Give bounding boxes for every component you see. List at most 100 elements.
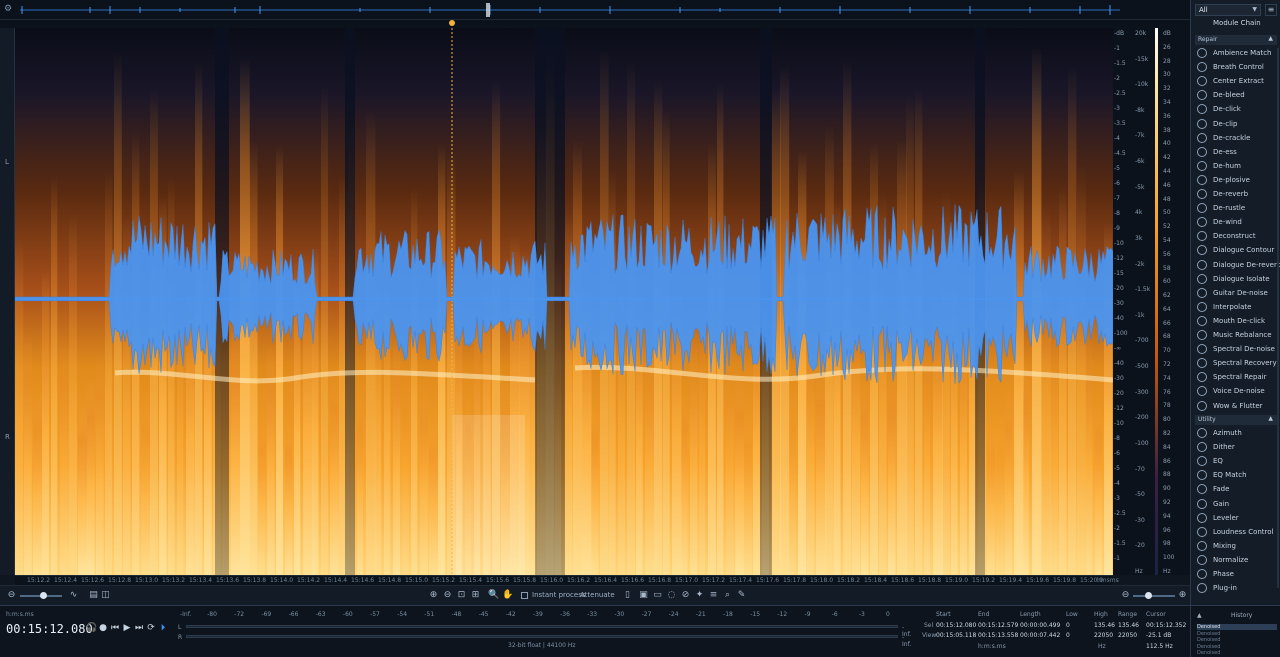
skip-forward-icon[interactable]: ⏭	[134, 623, 144, 633]
module-item[interactable]: Dialogue De-reverb	[1195, 259, 1280, 273]
view-range[interactable]: 22050	[1118, 632, 1137, 639]
module-item[interactable]: Interpolate	[1195, 301, 1277, 315]
time-ruler[interactable]: hmsms 15:12.2 15:12.4 15:12.6 15:12.8 15:13.…	[15, 575, 1119, 585]
view-low[interactable]: 0	[1066, 632, 1070, 639]
time-format-label[interactable]: h:m:s.ms	[6, 611, 34, 618]
module-item[interactable]: Breath Control	[1195, 61, 1277, 75]
module-item[interactable]: Leveler	[1195, 512, 1277, 526]
spectrogram-settings-icon[interactable]: ▤	[88, 590, 99, 601]
category-repair[interactable]: Repair ▲	[1195, 35, 1277, 45]
module-item[interactable]: Fade	[1195, 483, 1277, 497]
view-high[interactable]: 22050	[1094, 632, 1113, 639]
module-item[interactable]: De-plosive	[1195, 174, 1277, 188]
module-item[interactable]: De-clip	[1195, 118, 1277, 132]
zoom-out-v-icon[interactable]: ⊖	[1120, 590, 1131, 601]
freq-select-icon[interactable]: ▭	[652, 590, 663, 601]
module-item[interactable]: Music Rebalance	[1195, 329, 1277, 343]
module-item[interactable]: De-click	[1195, 103, 1277, 117]
view-length[interactable]: 00:00:07.442	[1020, 632, 1060, 639]
sel-low[interactable]: 0	[1066, 622, 1070, 629]
module-item[interactable]: Dither	[1195, 441, 1277, 455]
skip-back-icon[interactable]: ⏮	[110, 623, 120, 633]
magic-wand-icon[interactable]: ✦	[694, 590, 705, 601]
module-item[interactable]: Spectral Recovery	[1195, 357, 1277, 371]
panel-menu-icon[interactable]: ≡	[1265, 4, 1277, 16]
spectrogram-view[interactable]	[15, 28, 1113, 575]
module-item[interactable]: De-wind	[1195, 216, 1277, 230]
instant-process-checkbox[interactable]	[521, 592, 528, 599]
module-item[interactable]: De-bleed	[1195, 89, 1277, 103]
waveform-mode-icon[interactable]: ∿	[68, 590, 79, 601]
horizontal-zoom-slider[interactable]	[20, 592, 62, 599]
module-item[interactable]: EQ	[1195, 455, 1277, 469]
zoom-in-v-icon[interactable]: ⊕	[1177, 590, 1188, 601]
zoom-tool-icon[interactable]: 🔍	[488, 590, 499, 601]
brush-icon[interactable]: ⊘	[680, 590, 691, 601]
module-item[interactable]: De-rustle	[1195, 202, 1277, 216]
zoom-out-h-icon[interactable]: ⊖	[6, 590, 17, 601]
history-item[interactable]: Denoised	[1197, 637, 1220, 643]
module-item[interactable]: Voice De-noise	[1195, 385, 1277, 399]
module-item[interactable]: EQ Match	[1195, 469, 1277, 483]
module-item[interactable]: De-crackle	[1195, 132, 1277, 146]
attenuate-dropdown[interactable]: Attenuate	[580, 591, 615, 599]
hand-tool-icon[interactable]: ✋	[502, 590, 513, 601]
module-item[interactable]: Wow & Flutter	[1195, 400, 1277, 414]
find-similar-icon[interactable]: ⌕	[722, 590, 733, 601]
module-item[interactable]: Spectral Repair	[1195, 371, 1277, 385]
module-item[interactable]: Deconstruct	[1195, 230, 1277, 244]
module-item[interactable]: Gain	[1195, 498, 1277, 512]
harmonic-select-icon[interactable]: ≡	[708, 590, 719, 601]
headphones-icon[interactable]: 🎧	[86, 623, 97, 633]
zoom-in-icon[interactable]: ⊕	[428, 590, 439, 601]
overview-waveform[interactable]: ⚙	[0, 0, 1190, 20]
history-item[interactable]: Denoised	[1197, 631, 1220, 637]
module-item[interactable]: Phase	[1195, 568, 1277, 582]
gear-icon[interactable]: ⚙	[4, 4, 14, 14]
module-chain-button[interactable]: Module Chain	[1195, 19, 1277, 31]
view-end[interactable]: 00:15:13.558	[978, 632, 1018, 639]
follow-icon[interactable]: ⏵	[158, 623, 168, 633]
pencil-icon[interactable]: ✎	[736, 590, 747, 601]
module-item[interactable]: Ambience Match	[1195, 47, 1277, 61]
horizontal-zoom-knob[interactable]	[40, 592, 47, 599]
module-item[interactable]: De-reverb	[1195, 188, 1277, 202]
module-item[interactable]: Spectral De-noise	[1195, 343, 1277, 357]
zoom-out-icon[interactable]: ⊖	[442, 590, 453, 601]
history-collapse-icon[interactable]: ▲	[1197, 612, 1202, 619]
loop-icon[interactable]: ⟳	[146, 623, 156, 633]
module-item[interactable]: De-ess	[1195, 146, 1277, 160]
view-start[interactable]: 00:15:05.118	[936, 632, 976, 639]
vertical-zoom-knob[interactable]	[1145, 592, 1152, 599]
time-select-icon[interactable]: ▯	[622, 590, 633, 601]
module-item[interactable]: Azimuth	[1195, 427, 1277, 441]
sel-range[interactable]: 135.46	[1118, 622, 1139, 629]
rect-select-icon[interactable]: ▣	[638, 590, 649, 601]
sel-length[interactable]: 00:00:00.499	[1020, 622, 1060, 629]
module-item[interactable]: Dialogue Contour	[1195, 244, 1277, 258]
frequency-ruler[interactable]: -dB -1 -1.5 -2 -2.5 -3 -3.5 -4 -4.5 -5 -6 -7 -8 -9 -10…	[1113, 28, 1190, 575]
play-icon[interactable]: ▶	[122, 623, 132, 633]
zoom-fit-icon[interactable]: ⊞	[470, 590, 481, 601]
module-item[interactable]: Loudness Control	[1195, 526, 1277, 540]
spectrogram-mode-icon[interactable]: ◫	[100, 590, 111, 601]
history-item[interactable]: Denoised	[1197, 650, 1220, 656]
module-item[interactable]: De-hum	[1195, 160, 1277, 174]
sel-end[interactable]: 00:15:12.579	[978, 622, 1018, 629]
history-item[interactable]: Denoised	[1197, 624, 1277, 630]
zoom-selection-icon[interactable]: ⊡	[456, 590, 467, 601]
overview-view-marker[interactable]	[486, 3, 490, 17]
playhead-marker[interactable]	[449, 20, 455, 26]
module-item[interactable]: Dialogue Isolate	[1195, 273, 1277, 287]
module-item[interactable]: Guitar De-noise	[1195, 287, 1277, 301]
category-utility[interactable]: Utility ▲	[1195, 415, 1277, 425]
module-item[interactable]: Center Extract	[1195, 75, 1277, 89]
vertical-zoom-slider[interactable]	[1133, 592, 1175, 599]
record-icon[interactable]: ●	[98, 623, 108, 633]
sel-high[interactable]: 135.46	[1094, 622, 1115, 629]
module-item[interactable]: Mouth De-click	[1195, 315, 1277, 329]
history-item[interactable]: Denoised	[1197, 644, 1220, 650]
module-item[interactable]: Mixing	[1195, 540, 1277, 554]
module-item[interactable]: Normalize	[1195, 554, 1277, 568]
sel-start[interactable]: 00:15:12.080	[936, 622, 976, 629]
